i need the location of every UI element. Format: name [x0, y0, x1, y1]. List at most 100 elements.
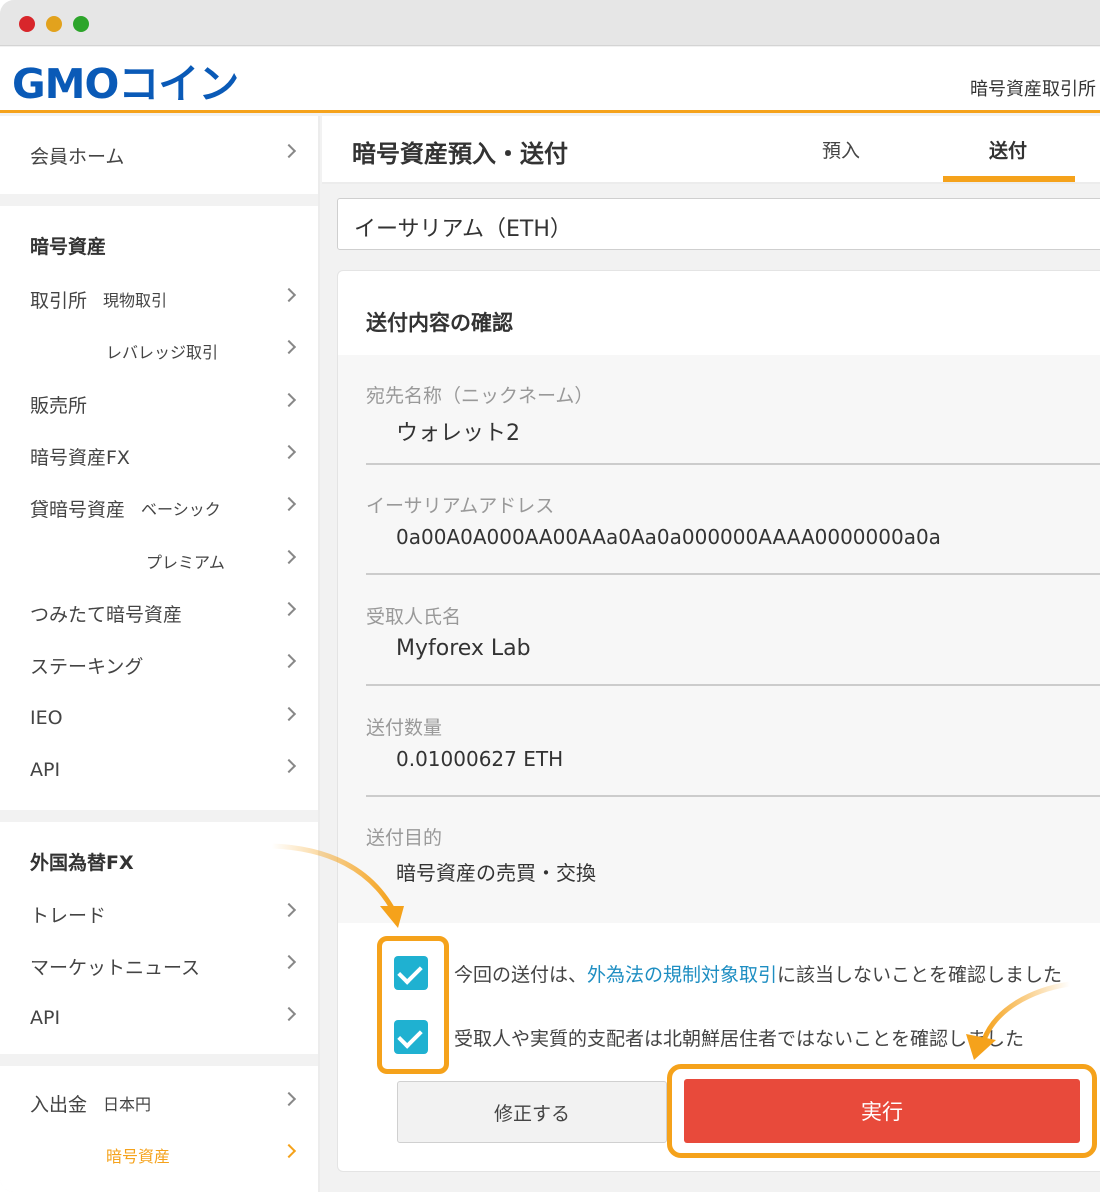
- main-header: 暗号資産預入・送付 預入 送付: [322, 116, 1100, 184]
- sidebar-item-exchange-leverage[interactable]: レバレッジ取引: [106, 336, 300, 366]
- fix-button[interactable]: 修正する: [397, 1081, 667, 1143]
- chevron-right-icon: [281, 287, 297, 303]
- chevron-right-icon: [281, 1006, 297, 1022]
- chevron-right-icon: [281, 339, 297, 355]
- check-label-prefix: 今回の送付は、: [454, 963, 588, 986]
- field-value: ウォレット2: [396, 421, 520, 446]
- sidebar-item-market-news[interactable]: マーケットニュース: [30, 951, 300, 981]
- field-recipient-name: 受取人氏名 Myforex Lab: [366, 576, 1100, 686]
- chevron-right-icon: [281, 706, 297, 722]
- sidebar-subitem-label: ベーシック: [141, 500, 221, 519]
- sidebar-item-crypto-fx[interactable]: 暗号資産FX: [30, 441, 300, 471]
- sidebar-subitem-label: 日本円: [103, 1095, 152, 1114]
- sidebar-item-label: 貸暗号資産: [30, 498, 126, 521]
- sidebar-item-label: 販売所: [30, 394, 88, 417]
- check-label: 受取人や実質的支配者は北朝鮮居住者ではないことを確認しました: [454, 1027, 1025, 1050]
- sidebar-item-label: つみたて暗号資産: [30, 603, 183, 626]
- sidebar-divider: [0, 810, 318, 822]
- sidebar-item-label: 取引所: [30, 289, 88, 312]
- field-purpose: 送付目的 暗号資産の売買・交換: [366, 797, 1100, 907]
- close-window-button[interactable]: [19, 16, 35, 32]
- check-row-north-korea: 受取人や実質的支配者は北朝鮮居住者ではないことを確認しました: [394, 1017, 1100, 1057]
- field-value: 暗号資産の売買・交換: [396, 861, 596, 885]
- sidebar-subitem-label: レバレッジ取引: [106, 343, 219, 362]
- field-label: 送付目的: [366, 827, 443, 849]
- sidebar-item-lending-basic[interactable]: 貸暗号資産 ベーシック: [30, 493, 300, 523]
- sidebar-item-label: 暗号資産FX: [30, 446, 130, 469]
- page-title: 暗号資産預入・送付: [352, 140, 568, 168]
- sidebar-item-ieo[interactable]: IEO: [30, 703, 300, 733]
- minimize-window-button[interactable]: [46, 16, 62, 32]
- chevron-right-icon: [281, 653, 297, 669]
- header-exchange-link[interactable]: 暗号資産取引所: [970, 75, 1096, 101]
- sidebar-item-label: API: [30, 759, 61, 781]
- sidebar-item-deposit-jpy[interactable]: 入出金 日本円: [30, 1088, 300, 1118]
- gmo-coin-logo[interactable]: GMOコイン: [12, 57, 239, 108]
- sidebar-section-deposit: 入出金 日本円 暗号資産: [0, 1066, 318, 1192]
- chevron-right-icon: [281, 444, 297, 460]
- field-list: 宛先名称（ニックネーム） ウォレット2 イーサリアムアドレス 0a00A0A00…: [338, 355, 1100, 923]
- sidebar-subitem-label: 暗号資産: [106, 1147, 171, 1166]
- sidebar-subitem-label: 現物取引: [103, 291, 168, 310]
- chevron-right-icon: [281, 143, 297, 159]
- title-bar: [0, 0, 1100, 46]
- sidebar-divider: [0, 194, 318, 206]
- browser-window: GMOコイン 暗号資産取引所 会員ホーム 暗号資産 取引所 現物取引 レバレッジ…: [0, 0, 1100, 1192]
- sidebar: 会員ホーム 暗号資産 取引所 現物取引 レバレッジ取引 販売所 暗号資産FX 貸…: [0, 116, 320, 1192]
- chevron-right-icon: [281, 392, 297, 408]
- sidebar-item-staking[interactable]: ステーキング: [30, 650, 300, 680]
- sidebar-heading-crypto: 暗号資産: [30, 236, 107, 258]
- sidebar-item-label: API: [30, 1007, 61, 1029]
- sidebar-heading-fx: 外国為替FX: [30, 852, 134, 874]
- sidebar-divider: [0, 1054, 318, 1066]
- check-label: 今回の送付は、外為法の規制対象取引に該当しないことを確認しました: [454, 960, 1062, 987]
- sidebar-item-exchange-spot[interactable]: 取引所 現物取引: [30, 284, 300, 314]
- sidebar-item-label: マーケットニュース: [30, 956, 201, 979]
- field-value: 0.01000627 ETH: [396, 747, 564, 771]
- execute-button[interactable]: 実行: [684, 1079, 1080, 1143]
- field-label: 送付数量: [366, 717, 443, 739]
- check-label-suffix: に該当しないことを確認しました: [777, 963, 1063, 986]
- sidebar-item-deposit-crypto[interactable]: 暗号資産: [106, 1140, 300, 1170]
- zoom-window-button[interactable]: [73, 16, 89, 32]
- logo-text: GMOコイン: [12, 60, 239, 108]
- checkbox-north-korea[interactable]: [394, 1020, 428, 1054]
- site-header: GMOコイン 暗号資産取引所: [0, 47, 1100, 113]
- sidebar-item-fx-api[interactable]: API: [30, 1003, 300, 1033]
- chevron-right-icon: [281, 496, 297, 512]
- tab-send[interactable]: 送付: [989, 136, 1027, 163]
- field-label: 受取人氏名: [366, 606, 462, 628]
- card-title: 送付内容の確認: [366, 311, 513, 335]
- chevron-right-icon: [281, 1091, 297, 1107]
- chevron-right-icon: [281, 549, 297, 565]
- sidebar-item-label: トレード: [30, 904, 107, 927]
- sidebar-item-sales[interactable]: 販売所: [30, 389, 300, 419]
- active-tab-indicator: [943, 176, 1075, 182]
- fx-law-link[interactable]: 外為法の規制対象取引: [587, 964, 777, 986]
- sidebar-section-crypto: 暗号資産 取引所 現物取引 レバレッジ取引 販売所 暗号資産FX 貸暗号資産 ベ…: [0, 206, 318, 810]
- sidebar-section-home: 会員ホーム: [0, 116, 318, 194]
- field-amount: 送付数量 0.01000627 ETH: [366, 687, 1100, 797]
- sidebar-item-lending-premium[interactable]: プレミアム: [146, 546, 300, 576]
- chevron-right-icon: [281, 902, 297, 918]
- sidebar-item-member-home[interactable]: 会員ホーム: [30, 140, 300, 170]
- chevron-right-icon: [281, 954, 297, 970]
- sidebar-item-label: 会員ホーム: [30, 145, 125, 168]
- field-nickname: 宛先名称（ニックネーム） ウォレット2: [366, 355, 1100, 465]
- confirmation-card: 送付内容の確認 宛先名称（ニックネーム） ウォレット2 イーサリアムアドレス 0…: [337, 270, 1100, 1172]
- chevron-right-icon: [281, 601, 297, 617]
- sidebar-subitem-label: プレミアム: [146, 553, 225, 572]
- tab-deposit[interactable]: 預入: [822, 136, 860, 163]
- chevron-right-icon: [281, 758, 297, 774]
- chevron-right-icon: [281, 1143, 297, 1159]
- sidebar-item-label: IEO: [30, 707, 63, 729]
- checkbox-fx-law[interactable]: [394, 956, 428, 990]
- field-eth-address: イーサリアムアドレス 0a00A0A000AA00AAa0Aa0a000000A…: [366, 465, 1100, 575]
- sidebar-item-api[interactable]: API: [30, 755, 300, 785]
- sidebar-item-tsumitate[interactable]: つみたて暗号資産: [30, 598, 300, 628]
- field-value: Myforex Lab: [396, 636, 531, 661]
- sidebar-item-trade[interactable]: トレード: [30, 899, 300, 929]
- currency-select[interactable]: イーサリアム（ETH）: [337, 198, 1100, 250]
- field-label: 宛先名称（ニックネーム）: [366, 385, 594, 407]
- sidebar-section-fx: 外国為替FX トレード マーケットニュース API: [0, 822, 318, 1054]
